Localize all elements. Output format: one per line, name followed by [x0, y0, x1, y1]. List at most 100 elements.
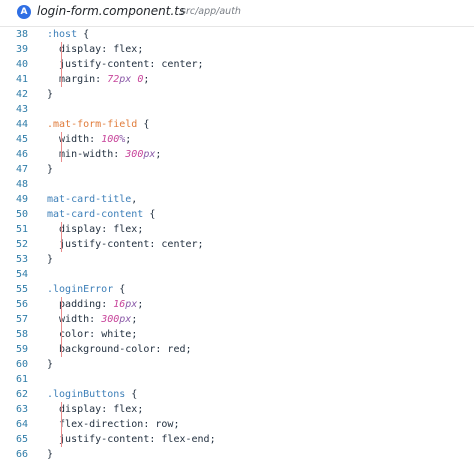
code-token: display — [47, 404, 102, 415]
code-line[interactable]: 49 mat-card-title, — [0, 192, 474, 207]
code-token: { — [125, 389, 138, 400]
code-token: } — [47, 164, 54, 175]
line-number: 45 — [15, 134, 28, 145]
code-line[interactable]: 60} — [0, 357, 474, 372]
code-line[interactable]: 47} — [0, 162, 474, 177]
code-text: .loginError { — [47, 282, 125, 297]
line-number: 46 — [15, 149, 28, 160]
code-token: center — [161, 59, 198, 70]
code-token: background-color — [47, 344, 156, 355]
code-line[interactable]: 66} — [0, 447, 474, 462]
line-number: 40 — [15, 59, 28, 70]
code-token: : — [89, 314, 102, 325]
line-number: 39 — [15, 44, 28, 55]
code-line[interactable]: 55 .loginError { — [0, 282, 474, 297]
indent-guide — [61, 132, 62, 162]
code-token: flex — [113, 404, 138, 415]
line-number: 65 — [15, 434, 28, 445]
code-token: : — [101, 224, 114, 235]
file-name[interactable]: login-form.component.ts — [37, 4, 185, 18]
code-line[interactable]: 41 margin: 72px 0; — [0, 72, 474, 87]
code-line[interactable]: 58 color: white; — [0, 327, 474, 342]
code-line[interactable]: 54 — [0, 267, 474, 282]
code-token: { — [143, 209, 156, 220]
code-text: .mat-form-field { — [47, 117, 149, 132]
code-line[interactable]: 40 justify-content: center; — [0, 57, 474, 72]
indent-guide — [61, 297, 62, 357]
code-line[interactable]: 42} — [0, 87, 474, 102]
code-token: ; — [197, 239, 204, 250]
code-token: ; — [209, 434, 216, 445]
code-line[interactable]: 63 display: flex; — [0, 402, 474, 417]
code-token: { — [77, 29, 90, 40]
code-line[interactable]: 65 justify-content: flex-end; — [0, 432, 474, 447]
code-token: : — [149, 59, 162, 70]
code-line[interactable]: 62 .loginButtons { — [0, 387, 474, 402]
code-token: :host — [47, 29, 78, 40]
code-editor[interactable]: 38:host {39 display: flex; 40 justify-con… — [0, 26, 474, 460]
code-line[interactable]: 61 — [0, 372, 474, 387]
code-token: justify-content — [47, 59, 150, 70]
code-token: flex — [113, 224, 138, 235]
line-number: 60 — [15, 359, 28, 370]
code-token: px — [119, 314, 132, 325]
code-token: .loginError — [47, 284, 114, 295]
code-text: flex-direction: row; — [47, 417, 179, 432]
code-line[interactable]: 44 .mat-form-field { — [0, 117, 474, 132]
code-line[interactable]: 39 display: flex; — [0, 42, 474, 57]
code-token: : — [143, 419, 156, 430]
code-token: { — [137, 119, 150, 130]
code-token: ; — [137, 224, 144, 235]
code-token: px — [119, 74, 132, 85]
code-token: padding — [47, 299, 102, 310]
indent-guide — [61, 42, 62, 87]
code-token: : — [89, 329, 102, 340]
code-line[interactable]: 57 width: 300px; — [0, 312, 474, 327]
line-number: 59 — [15, 344, 28, 355]
code-line[interactable]: 38 :host { — [0, 27, 474, 42]
code-text: } — [47, 357, 53, 372]
code-text: justify-content: flex-end; — [47, 432, 216, 447]
code-text: min-width: 300px; — [47, 147, 161, 162]
code-line[interactable]: 48 — [0, 177, 474, 192]
code-token: ; — [131, 329, 138, 340]
line-number: 62 — [15, 389, 28, 400]
line-number: 53 — [15, 254, 28, 265]
code-token: : — [149, 434, 162, 445]
line-number: 61 — [15, 374, 28, 385]
code-token: .loginButtons — [47, 389, 126, 400]
code-token: { — [113, 284, 126, 295]
code-token: : — [95, 74, 108, 85]
code-token: flex-end — [161, 434, 210, 445]
code-line[interactable]: 51 display: flex; — [0, 222, 474, 237]
code-token: } — [47, 89, 54, 100]
code-token: mat-card-title — [47, 194, 132, 205]
code-token: : — [101, 44, 114, 55]
indent-guide — [61, 402, 62, 447]
code-token: red — [167, 344, 186, 355]
line-number: 57 — [15, 314, 28, 325]
code-line[interactable]: 50 mat-card-content { — [0, 207, 474, 222]
line-number: 42 — [15, 89, 28, 100]
code-text: width: 100%; — [47, 132, 131, 147]
code-line[interactable]: 52 justify-content: center; — [0, 237, 474, 252]
editor-tab-bar: A login-form.component.ts src/app/auth — [0, 0, 474, 27]
line-number: 49 — [15, 194, 28, 205]
code-text: .loginButtons { — [47, 387, 137, 402]
code-token: margin — [47, 74, 96, 85]
code-line[interactable]: 56 padding: 16px; — [0, 297, 474, 312]
code-line[interactable]: 64 flex-direction: row; — [0, 417, 474, 432]
code-line[interactable]: 59 background-color: red; — [0, 342, 474, 357]
code-token: 300 — [125, 149, 144, 160]
code-line[interactable]: 45 width: 100%; — [0, 132, 474, 147]
code-token: px — [143, 149, 156, 160]
code-line[interactable]: 53} — [0, 252, 474, 267]
code-token: row — [155, 419, 174, 430]
code-token: ; — [197, 59, 204, 70]
angular-icon: A — [17, 5, 31, 19]
code-line[interactable]: 46 min-width: 300px; — [0, 147, 474, 162]
code-token: 16 — [113, 299, 126, 310]
line-number: 64 — [15, 419, 28, 430]
line-number: 38 — [15, 29, 28, 40]
code-line[interactable]: 43 — [0, 102, 474, 117]
